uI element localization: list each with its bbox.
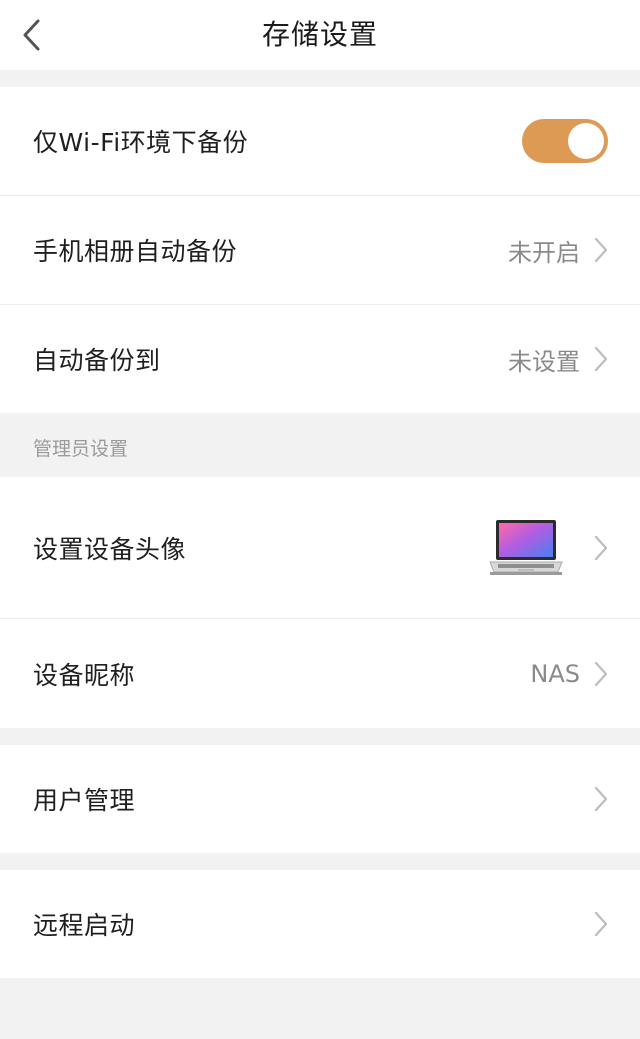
wifi-only-backup-row: 仅Wi-Fi环境下备份 <box>0 87 640 195</box>
backup-destination-value: 未设置 <box>508 347 580 376</box>
chevron-right-icon <box>594 911 608 937</box>
wifi-only-backup-label: 仅Wi-Fi环境下备份 <box>33 128 249 157</box>
laptop-image <box>489 519 563 575</box>
page-title: 存储设置 <box>261 18 378 51</box>
backup-destination-label: 自动备份到 <box>33 346 161 375</box>
device-name-row[interactable]: 设备昵称 NAS <box>0 619 640 728</box>
wifi-only-toggle[interactable] <box>522 119 608 163</box>
chevron-right-icon <box>594 786 608 812</box>
device-name-label: 设备昵称 <box>33 660 136 690</box>
device-avatar-row[interactable]: 设置设备头像 <box>0 477 640 618</box>
remote-start-label: 远程启动 <box>33 911 136 940</box>
chevron-right-icon <box>594 237 608 263</box>
admin-section-header: 管理员设置 <box>33 438 129 460</box>
backup-destination-row[interactable]: 自动备份到 未设置 <box>0 305 640 413</box>
toggle-knob <box>568 123 604 159</box>
device-name-value: NAS <box>530 659 580 688</box>
remote-start-row[interactable]: 远程启动 <box>0 870 640 978</box>
album-auto-backup-row[interactable]: 手机相册自动备份 未开启 <box>0 196 640 304</box>
chevron-right-icon <box>594 346 608 372</box>
nav-bar: 存储设置 <box>0 0 640 70</box>
device-avatar-label: 设置设备头像 <box>33 534 187 564</box>
user-management-label: 用户管理 <box>33 786 136 815</box>
album-auto-backup-label: 手机相册自动备份 <box>33 237 238 266</box>
album-auto-backup-value: 未开启 <box>508 238 580 267</box>
chevron-right-icon <box>594 535 608 560</box>
chevron-right-icon <box>594 661 608 686</box>
user-management-row[interactable]: 用户管理 <box>0 745 640 853</box>
